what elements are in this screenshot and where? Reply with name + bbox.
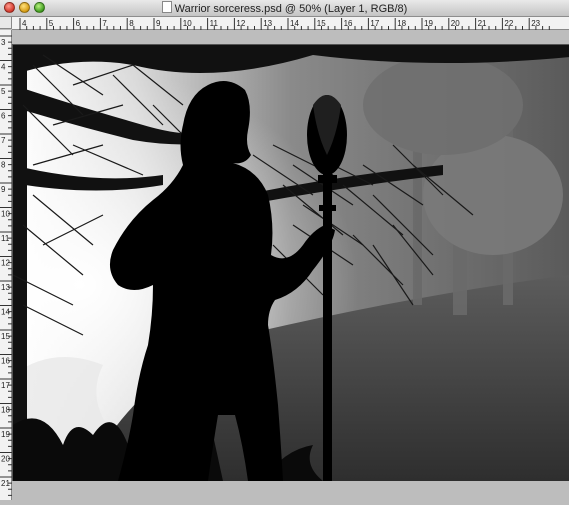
ruler-label: 7 — [102, 19, 107, 28]
vertical-ruler[interactable]: 3 4 5 6 7 8 9 10 11 12 13 14 15 16 17 18 19 20 21 — [0, 30, 12, 500]
photoshop-document-window: Warrior sorceress.psd @ 50% (Layer 1, RG… — [0, 0, 569, 500]
ruler-label: 6 — [1, 112, 6, 121]
ruler-label: 12 — [1, 259, 10, 268]
document-proxy-icon[interactable] — [161, 1, 172, 13]
ruler-label: 4 — [22, 19, 27, 28]
pasteboard-bottom — [12, 481, 569, 500]
ruler-label: 14 — [1, 308, 10, 317]
window-title-container: Warrior sorceress.psd @ 50% (Layer 1, RG… — [0, 1, 569, 16]
pasteboard-top — [12, 30, 569, 44]
ruler-label: 22 — [504, 19, 513, 28]
ruler-label: 11 — [210, 19, 219, 28]
ruler-label: 19 — [424, 19, 433, 28]
ruler-label: 10 — [1, 210, 10, 219]
ruler-label: 12 — [236, 19, 245, 28]
ruler-label: 10 — [183, 19, 192, 28]
horizontal-ruler[interactable]: 4 5 6 7 8 9 10 11 12 13 14 15 16 17 18 19 20 21 22 23 — [12, 17, 569, 30]
image-canvas[interactable] — [12, 44, 569, 481]
ruler-label: 16 — [344, 19, 353, 28]
ruler-label: 8 — [1, 161, 6, 170]
ruler-label: 5 — [1, 87, 6, 96]
ruler-label: 23 — [531, 19, 540, 28]
ruler-label: 7 — [1, 136, 6, 145]
ruler-label: 16 — [1, 357, 10, 366]
ruler-label: 21 — [478, 19, 487, 28]
ruler-label: 21 — [1, 479, 10, 488]
ruler-label: 8 — [129, 19, 134, 28]
ruler-label: 9 — [1, 185, 6, 194]
ruler-label: 9 — [156, 19, 161, 28]
ruler-label: 5 — [49, 19, 54, 28]
ruler-label: 13 — [263, 19, 272, 28]
ruler-label: 18 — [1, 406, 10, 415]
ruler-label: 20 — [451, 19, 460, 28]
ruler-label: 18 — [397, 19, 406, 28]
ruler-label: 17 — [1, 381, 10, 390]
ruler-origin[interactable] — [0, 17, 12, 29]
ruler-label: 4 — [1, 63, 6, 72]
ruler-label: 20 — [1, 455, 10, 464]
ruler-label: 11 — [1, 234, 10, 243]
ruler-label: 17 — [370, 19, 379, 28]
vertical-ruler-ticks: 3 4 5 6 7 8 9 10 11 12 13 14 15 16 17 18 19 20 21 — [0, 35, 12, 496]
title-bar[interactable]: Warrior sorceress.psd @ 50% (Layer 1, RG… — [0, 0, 569, 17]
ruler-label: 15 — [317, 19, 326, 28]
ruler-label: 15 — [1, 332, 10, 341]
ruler-label: 3 — [1, 38, 6, 47]
window-title: Warrior sorceress.psd @ 50% (Layer 1, RG… — [174, 3, 408, 15]
ruler-label: 13 — [1, 283, 10, 292]
horizontal-ruler-ticks: 4 5 6 7 8 9 10 11 12 13 14 15 16 17 18 19 20 21 22 23 — [19, 18, 550, 30]
ruler-label: 14 — [290, 19, 299, 28]
ruler-label: 19 — [1, 430, 10, 439]
ruler-label: 6 — [76, 19, 81, 28]
warrior-sorceress-artwork — [13, 45, 569, 481]
